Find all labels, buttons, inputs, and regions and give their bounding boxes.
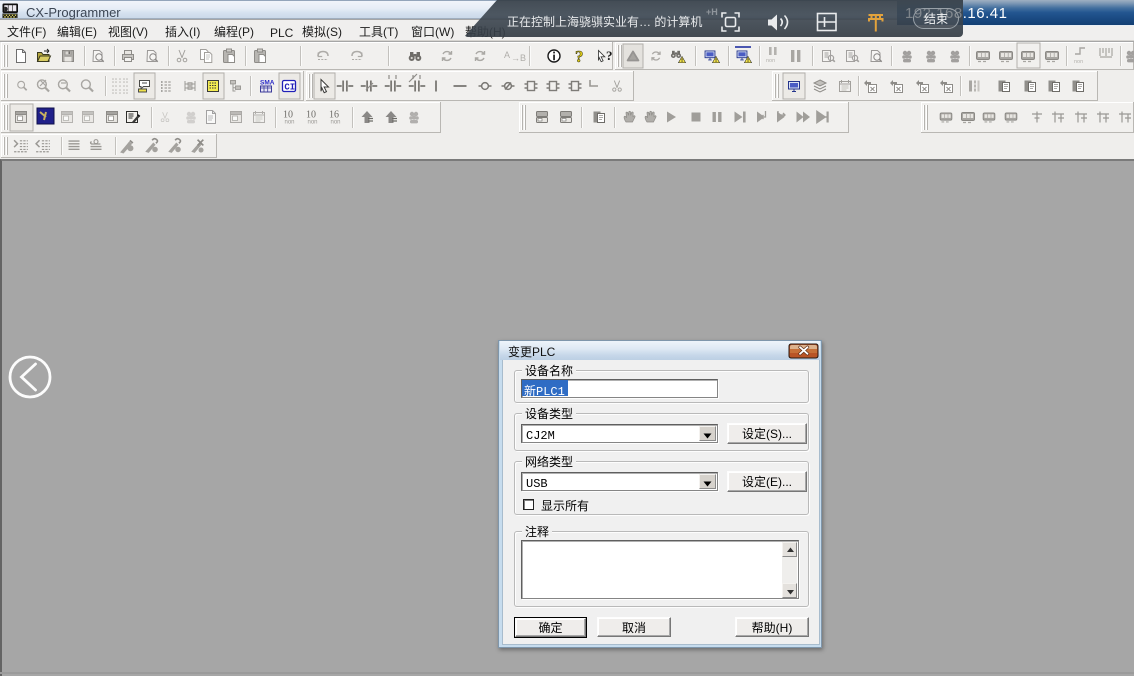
svg-text:?: ? [575, 47, 584, 66]
svg-text:non: non [1074, 57, 1083, 65]
svg-text:non: non [766, 56, 775, 64]
svg-text:?: ? [606, 48, 613, 63]
